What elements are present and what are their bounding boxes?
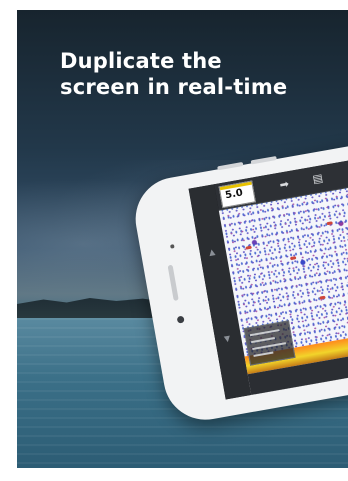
overlay-line <box>252 342 287 351</box>
overlay-line <box>253 351 274 357</box>
promo-headline: Duplicate the screen in real-time <box>60 48 340 100</box>
overlay-line <box>250 337 275 344</box>
depth-range-value: 5.0 <box>224 187 244 202</box>
menu-icon[interactable]: ▤ <box>305 168 330 190</box>
overlay-line <box>249 329 280 337</box>
headline-line-2: screen in real-time <box>60 75 288 99</box>
collapse-up-icon[interactable]: ▲ <box>208 247 216 257</box>
headline-line-1: Duplicate the <box>60 49 222 73</box>
display-icon[interactable]: ➡ <box>272 174 297 196</box>
depth-range-box[interactable]: 5.0 <box>218 180 256 209</box>
collapse-down-icon[interactable]: ▼ <box>223 334 231 344</box>
info-overlay <box>243 320 296 366</box>
promo-card: Duplicate the screen in real-time ▲ ▼ 5.… <box>17 10 348 468</box>
